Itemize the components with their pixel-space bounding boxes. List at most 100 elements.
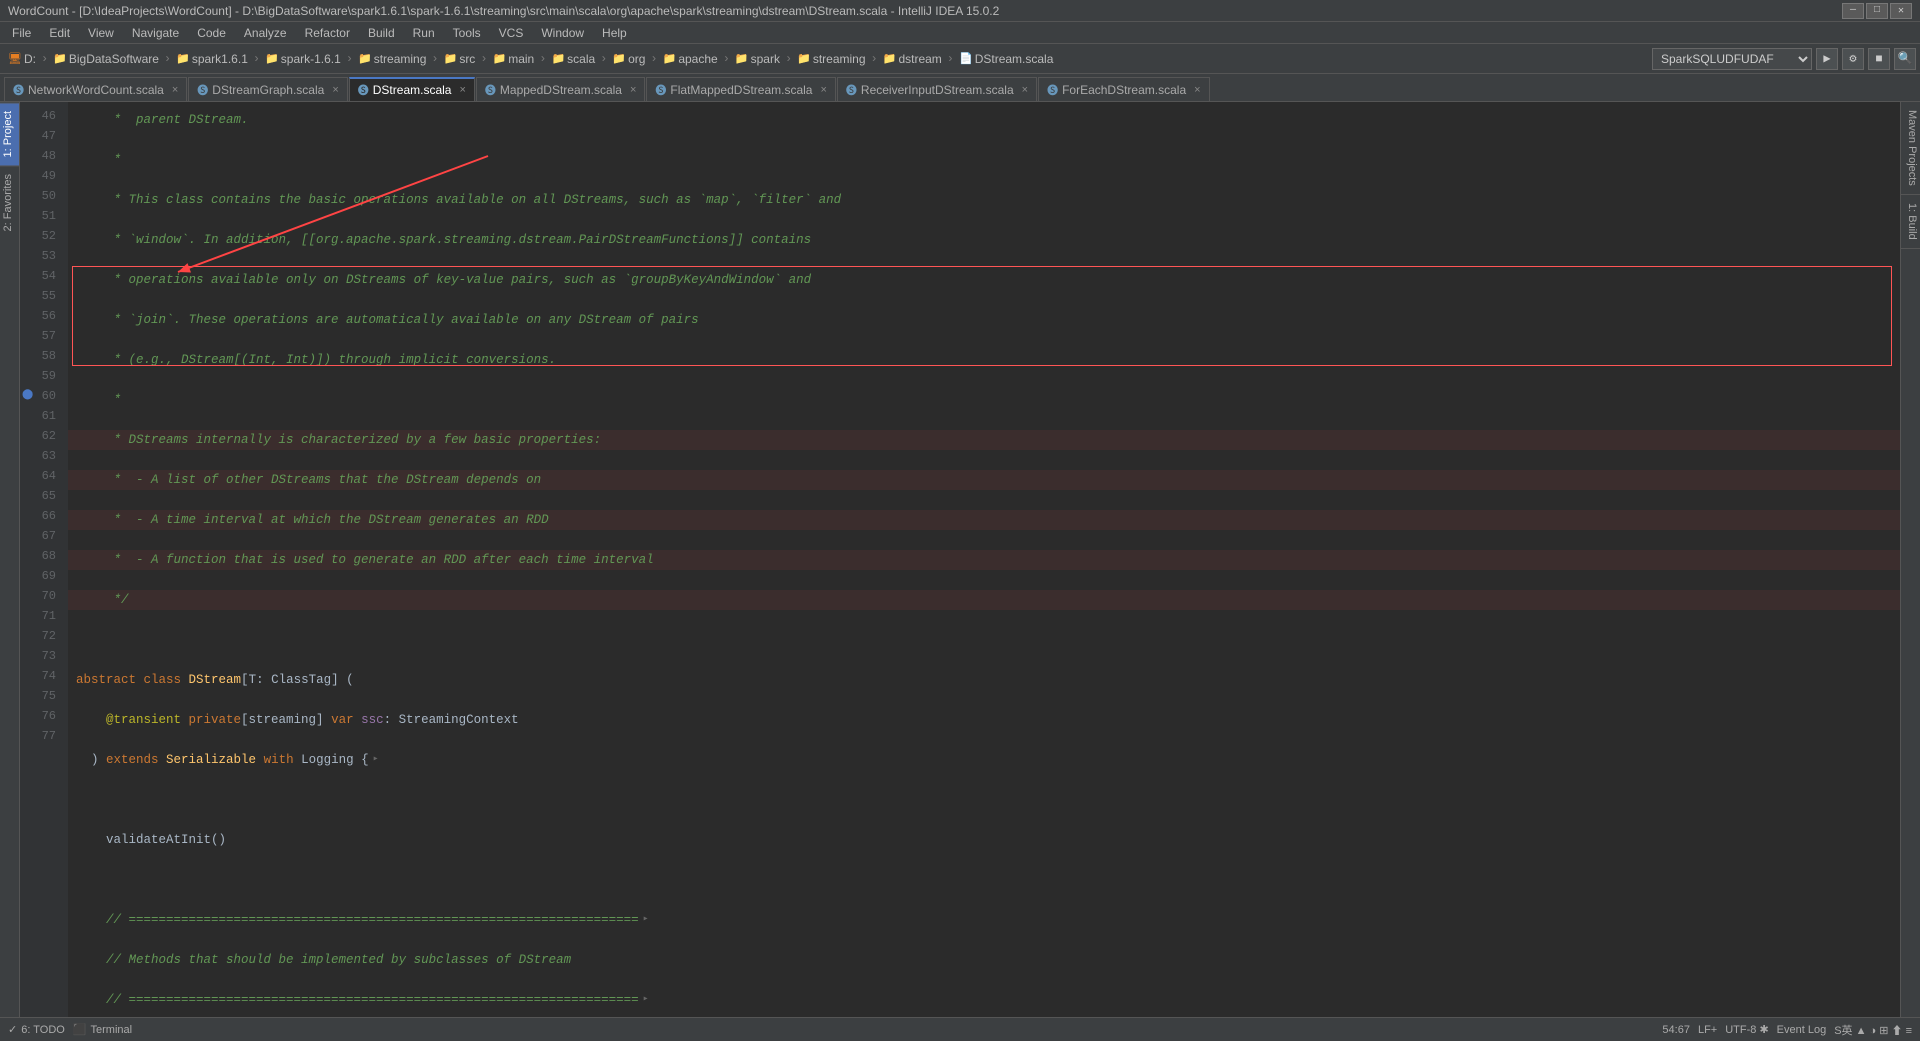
- code-token: T: [249, 670, 257, 690]
- code-token: *: [106, 390, 121, 410]
- breadcrumb-item-d:[interactable]: 🖥D:: [4, 50, 40, 68]
- main-layout: 1: Project 2: Favorites 4647484950515253…: [0, 102, 1920, 1017]
- breadcrumb-label: apache: [678, 52, 717, 66]
- tab-close-button[interactable]: ×: [332, 84, 338, 96]
- menu-item-vcs[interactable]: VCS: [491, 24, 532, 42]
- menu-item-edit[interactable]: Edit: [41, 24, 78, 42]
- breadcrumb-item-spark-1-6.1[interactable]: 📁spark-1.6.1: [261, 50, 345, 68]
- search-combo[interactable]: SparkSQLUDFUDAF: [1652, 48, 1812, 70]
- code-line-53: *: [68, 390, 1900, 410]
- minimize-button[interactable]: —: [1842, 3, 1864, 19]
- tab-foreachdstream-scala[interactable]: 🅢ForEachDStream.scala×: [1038, 77, 1209, 101]
- menu-item-view[interactable]: View: [80, 24, 122, 42]
- tab-file-icon: 🅢: [1047, 82, 1058, 98]
- status-bar: ✓ 6: TODO ⬛ Terminal 54:67 LF+ UTF-8 ✱ E…: [0, 1017, 1920, 1041]
- line-number-51: 51: [20, 206, 62, 226]
- tab-close-button[interactable]: ×: [172, 84, 178, 96]
- tab-close-button[interactable]: ×: [820, 84, 826, 96]
- fold-indicator[interactable]: ▸: [643, 910, 649, 930]
- close-button[interactable]: ✕: [1890, 3, 1912, 19]
- breadcrumb-label: D:: [24, 52, 36, 66]
- debug-button[interactable]: ⚙: [1842, 48, 1864, 70]
- code-token: * `window`. In addition, [[org.apache.sp…: [106, 230, 811, 250]
- line-number-64: 64: [20, 466, 62, 486]
- sidebar-item-project[interactable]: 1: Project: [0, 102, 19, 165]
- breadcrumb-item-streaming[interactable]: 📁streaming: [354, 50, 430, 68]
- tab-dstream-scala[interactable]: 🅢DStream.scala×: [349, 77, 475, 101]
- run-button[interactable]: ▶: [1816, 48, 1838, 70]
- code-token: ): [76, 750, 106, 770]
- tab-flatmappeddstream-scala[interactable]: 🅢FlatMappedDStream.scala×: [646, 77, 836, 101]
- tab-networkwordcount-scala[interactable]: 🅢NetworkWordCount.scala×: [4, 77, 187, 101]
- breadcrumb-item-apache[interactable]: 📁apache: [659, 50, 722, 68]
- breadcrumb-item-scala[interactable]: 📁scala: [547, 50, 599, 68]
- menu-item-refactor[interactable]: Refactor: [297, 24, 358, 42]
- line-number-56: 56: [20, 306, 62, 326]
- code-token: * This class contains the basic operatio…: [106, 190, 841, 210]
- code-line-51: * `join`. These operations are automatic…: [68, 310, 1900, 330]
- tab-mappeddstream-scala[interactable]: 🅢MappedDStream.scala×: [476, 77, 646, 101]
- status-right: 54:67 LF+ UTF-8 ✱ Event Log S英 ▲ ◑ ⊞ ⬆ ≡: [1662, 1022, 1912, 1038]
- fold-indicator[interactable]: ▸: [373, 750, 379, 770]
- breadcrumb-item-src[interactable]: 📁src: [440, 50, 480, 68]
- tab-file-icon: 🅢: [197, 82, 208, 98]
- menu-item-help[interactable]: Help: [594, 24, 635, 42]
- tab-file-icon: 🅢: [655, 82, 666, 98]
- code-area[interactable]: * parent DStream. * * This class contain…: [68, 102, 1900, 1017]
- code-token: ssc: [361, 710, 384, 730]
- breadcrumb-item-spark1-6.1[interactable]: 📁spark1.6.1: [172, 50, 252, 68]
- build-panel[interactable]: 1: Build: [1901, 195, 1920, 249]
- line-number-46: 46: [20, 106, 62, 126]
- breadcrumb-item-spark[interactable]: 📁spark: [731, 50, 784, 68]
- stop-button[interactable]: ■: [1868, 48, 1890, 70]
- code-token: [76, 710, 106, 730]
- code-line-52: * (e.g., DStream[(Int, Int)]) through im…: [68, 350, 1900, 370]
- menu-item-navigate[interactable]: Navigate: [124, 24, 187, 42]
- maven-projects-panel[interactable]: Maven Projects: [1901, 102, 1920, 195]
- breadcrumb-item-org[interactable]: 📁org: [608, 50, 649, 68]
- tab-label: DStreamGraph.scala: [212, 83, 324, 97]
- todo-label: 6: TODO: [21, 1024, 65, 1036]
- tab-close-button[interactable]: ×: [1194, 84, 1200, 96]
- sidebar-item-favorites[interactable]: 2: Favorites: [0, 165, 19, 239]
- breadcrumb-item-main[interactable]: 📁main: [489, 50, 539, 68]
- folder-icon: 📁: [551, 52, 565, 65]
- breadcrumb-item-streaming[interactable]: 📁streaming: [793, 50, 869, 68]
- right-labels: Maven Projects 1: Build: [1900, 102, 1920, 1017]
- code-token: [76, 590, 106, 610]
- tab-dstreamgraph-scala[interactable]: 🅢 DStreamGraph.scala ×: [188, 77, 347, 101]
- tab-label: MappedDStream.scala: [500, 83, 622, 97]
- terminal-tab[interactable]: ⬛ Terminal: [73, 1023, 132, 1036]
- breadcrumb-label: spark-1.6.1: [281, 52, 341, 66]
- line-number-74: 74: [20, 666, 62, 686]
- code-line-58: */: [68, 590, 1900, 610]
- tab-close-button[interactable]: ×: [630, 84, 636, 96]
- maximize-button[interactable]: □: [1866, 3, 1888, 19]
- tab-receiverinputdstream-scala[interactable]: 🅢ReceiverInputDStream.scala×: [837, 77, 1037, 101]
- breakpoint-icon: ⬤: [22, 386, 33, 406]
- event-log[interactable]: Event Log: [1777, 1024, 1827, 1036]
- menu-item-analyze[interactable]: Analyze: [236, 24, 295, 42]
- code-token: [76, 390, 106, 410]
- menu-item-file[interactable]: File: [4, 24, 39, 42]
- todo-tab[interactable]: ✓ 6: TODO: [8, 1023, 65, 1036]
- breadcrumb-item-dstream-scala[interactable]: 📄DStream.scala: [955, 50, 1057, 68]
- code-line-48: * This class contains the basic operatio…: [68, 190, 1900, 210]
- breadcrumb-sep: ›: [164, 52, 171, 66]
- breadcrumb-item-dstream[interactable]: 📁dstream: [879, 50, 946, 68]
- code-token: validateAtInit(): [76, 830, 226, 850]
- tab-close-button[interactable]: ×: [1022, 84, 1028, 96]
- breadcrumb-item-bigdatasoftware[interactable]: 📁BigDataSoftware: [49, 50, 163, 68]
- tab-label: DStream.scala: [373, 83, 452, 97]
- menu-item-code[interactable]: Code: [189, 24, 234, 42]
- menu-item-build[interactable]: Build: [360, 24, 403, 42]
- line-number-49: 49: [20, 166, 62, 186]
- tab-file-icon: 🅢: [846, 82, 857, 98]
- menu-item-run[interactable]: Run: [405, 24, 443, 42]
- menu-item-window[interactable]: Window: [533, 24, 592, 42]
- tab-close-button[interactable]: ×: [459, 84, 465, 96]
- menu-item-tools[interactable]: Tools: [445, 24, 489, 42]
- search-button[interactable]: 🔍: [1894, 48, 1916, 70]
- fold-indicator[interactable]: ▸: [643, 990, 649, 1010]
- code-token: : StreamingContext: [384, 710, 519, 730]
